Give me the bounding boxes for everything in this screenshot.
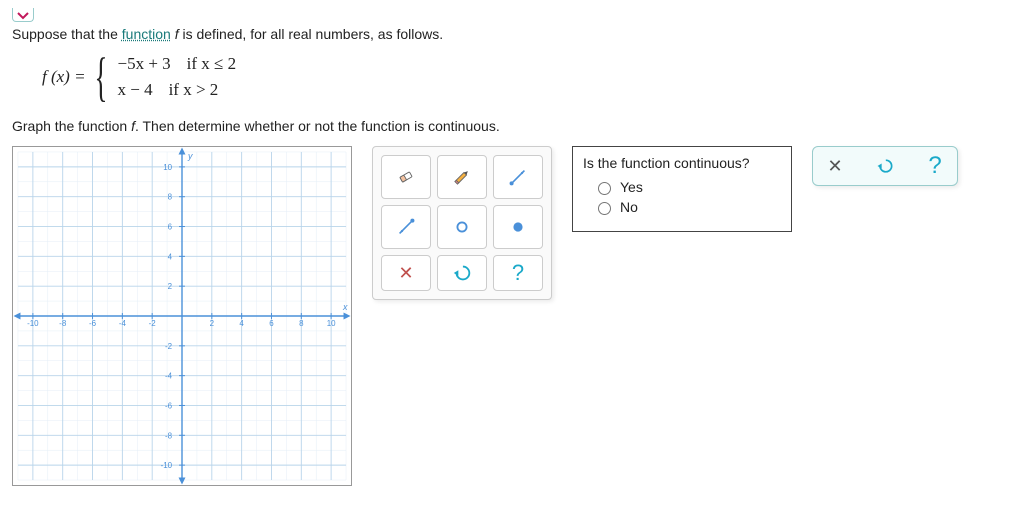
- ray-up-tool[interactable]: [493, 155, 543, 199]
- graph-canvas[interactable]: x y -10 -8 -6 -4 -2 2 4 6 8 10 -10 -8 -6 -4 -2 2 4 6 8 10: [12, 146, 352, 486]
- fx-label: f (x) =: [42, 67, 86, 87]
- svg-text:-6: -6: [89, 319, 97, 328]
- svg-text:-2: -2: [165, 342, 173, 351]
- svg-text:6: 6: [269, 319, 274, 328]
- open-point-tool[interactable]: [437, 205, 487, 249]
- option-no[interactable]: No: [593, 199, 781, 215]
- svg-text:-8: -8: [59, 319, 67, 328]
- svg-text:-6: -6: [165, 401, 173, 410]
- help-icon: ?: [512, 260, 524, 286]
- svg-text:6: 6: [168, 223, 173, 232]
- radio-yes[interactable]: [598, 182, 611, 195]
- continuity-title: Is the function continuous?: [583, 155, 781, 171]
- instr2-post: . Then determine whether or not the func…: [135, 118, 500, 134]
- svg-text:10: 10: [327, 319, 336, 328]
- brace-icon: {: [94, 61, 107, 93]
- continuity-panel: Is the function continuous? Yes No: [572, 146, 792, 232]
- piece-2: x − 4 if x > 2: [117, 80, 236, 100]
- svg-text:8: 8: [299, 319, 304, 328]
- piece1-cond: if x ≤ 2: [187, 54, 236, 74]
- question-intro: Suppose that the function f is defined, …: [12, 26, 1017, 42]
- svg-text:-10: -10: [27, 319, 39, 328]
- help-action[interactable]: ?: [923, 154, 947, 178]
- pencil-tool[interactable]: [437, 155, 487, 199]
- undo-icon: [451, 262, 473, 284]
- svg-text:10: 10: [163, 163, 172, 172]
- close-icon: ✕: [827, 156, 842, 177]
- piece2-expr: x − 4: [117, 80, 152, 100]
- svg-text:-4: -4: [165, 372, 173, 381]
- reset-icon: [875, 156, 895, 176]
- function-link[interactable]: function: [122, 26, 171, 42]
- svg-text:-8: -8: [165, 431, 173, 440]
- clear-button[interactable]: ✕: [381, 255, 431, 291]
- undo-button[interactable]: [437, 255, 487, 291]
- yes-label: Yes: [620, 179, 643, 195]
- svg-text:2: 2: [210, 319, 215, 328]
- piece1-expr: −5x + 3: [117, 54, 170, 74]
- no-label: No: [620, 199, 638, 215]
- svg-text:-4: -4: [119, 319, 127, 328]
- x-axis-label: x: [342, 302, 348, 312]
- instr2-pre: Graph the function: [12, 118, 131, 134]
- piecewise-definition: f (x) = { −5x + 3 if x ≤ 2 x − 4 if x > …: [42, 54, 1017, 100]
- svg-text:-2: -2: [149, 319, 157, 328]
- ray-down-tool[interactable]: [381, 205, 431, 249]
- svg-text:4: 4: [168, 252, 173, 261]
- reset-action[interactable]: [873, 154, 897, 178]
- piece2-cond: if x > 2: [169, 80, 219, 100]
- svg-text:2: 2: [168, 282, 173, 291]
- help-icon: ?: [928, 152, 941, 180]
- hint-toggle[interactable]: [12, 8, 34, 22]
- intro-text-pre: Suppose that the: [12, 26, 122, 42]
- option-yes[interactable]: Yes: [593, 179, 781, 195]
- instruction-2: Graph the function f. Then determine whe…: [12, 118, 1017, 134]
- eraser-tool[interactable]: [381, 155, 431, 199]
- intro-text-post: is defined, for all real numbers, as fol…: [182, 26, 443, 42]
- action-bar: ✕ ?: [812, 146, 958, 186]
- y-axis-label: y: [187, 151, 193, 161]
- piece-1: −5x + 3 if x ≤ 2: [117, 54, 236, 74]
- close-action[interactable]: ✕: [823, 154, 847, 178]
- svg-text:-10: -10: [161, 461, 173, 470]
- svg-text:8: 8: [168, 193, 173, 202]
- tool-palette: ✕ ?: [372, 146, 552, 300]
- closed-point-tool[interactable]: [493, 205, 543, 249]
- svg-text:4: 4: [239, 319, 244, 328]
- radio-no[interactable]: [598, 202, 611, 215]
- x-icon: ✕: [398, 263, 413, 284]
- help-button[interactable]: ?: [493, 255, 543, 291]
